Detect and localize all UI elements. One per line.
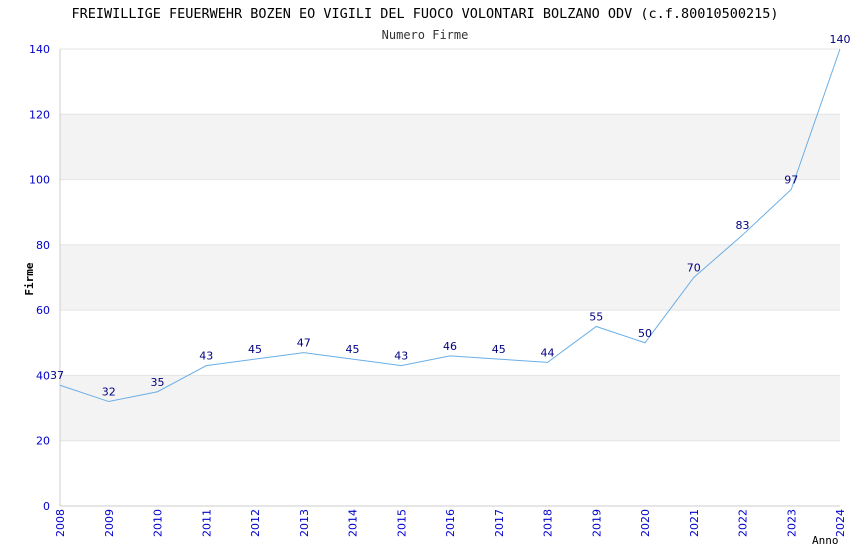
x-tick-label: 2023 [785, 509, 798, 537]
y-tick-label: 140 [29, 43, 50, 56]
x-tick-label: 2019 [590, 509, 603, 537]
x-tick-label: 2016 [444, 509, 457, 537]
data-label: 45 [248, 343, 262, 356]
x-tick-label: 2022 [737, 509, 750, 537]
x-tick-label: 2008 [54, 509, 67, 537]
data-label: 43 [199, 350, 213, 363]
data-label: 44 [541, 346, 555, 359]
x-tick-label: 2014 [347, 509, 360, 537]
x-tick-labels: 2008 2009 2010 2011 2012 2013 2014 2015 2016 2017… [54, 509, 847, 537]
grid-band [60, 244, 840, 311]
y-tick-label: 60 [36, 304, 50, 317]
grid-bands [60, 114, 840, 441]
data-label: 97 [784, 173, 798, 186]
data-label: 43 [394, 350, 408, 363]
grid-band [60, 114, 840, 180]
data-label: 32 [102, 386, 116, 399]
chart: 020406080100120140 2008 2009 2010 2011 2012 2… [23, 6, 850, 547]
y-tick-label: 20 [36, 435, 50, 448]
y-tick-label: 80 [36, 239, 50, 252]
y-tick-label: 40 [36, 369, 50, 382]
x-tick-label: 2018 [542, 509, 555, 537]
y-axis-label: Firme [23, 262, 36, 295]
x-tick-label: 2020 [639, 509, 652, 537]
data-label: 37 [50, 369, 64, 382]
x-tick-label: 2015 [395, 509, 408, 537]
y-tick-label: 100 [29, 174, 50, 187]
data-label: 47 [297, 337, 311, 350]
x-tick-label: 2017 [493, 509, 506, 537]
x-tick-label: 2010 [152, 509, 165, 537]
data-label: 70 [687, 262, 701, 275]
chart-title: FREIWILLIGE FEUERWEHR BOZEN EO VIGILI DE… [71, 6, 778, 22]
x-tick-label: 2011 [200, 509, 213, 537]
x-tick-label: 2013 [298, 509, 311, 537]
chart-subtitle: Numero Firme [382, 28, 469, 42]
data-label: 83 [736, 219, 750, 232]
x-tick-label: 2021 [688, 509, 701, 537]
data-label: 45 [492, 343, 506, 356]
data-label: 46 [443, 340, 457, 353]
data-label: 45 [346, 343, 360, 356]
data-label: 55 [589, 310, 603, 323]
data-label: 35 [151, 376, 165, 389]
x-tick-label: 2012 [249, 509, 262, 537]
data-labels: 37 32 35 43 45 47 45 43 46 45 44 55 50 70 83 97 140 [50, 33, 850, 399]
x-tick-label: 2024 [834, 509, 847, 537]
grid-band [60, 375, 840, 441]
data-label: 50 [638, 327, 652, 340]
x-tick-label: 2009 [103, 509, 116, 537]
y-tick-label: 120 [29, 108, 50, 121]
data-label: 140 [830, 33, 850, 46]
y-tick-label: 0 [43, 500, 50, 513]
x-axis-label: Anno [812, 534, 839, 547]
